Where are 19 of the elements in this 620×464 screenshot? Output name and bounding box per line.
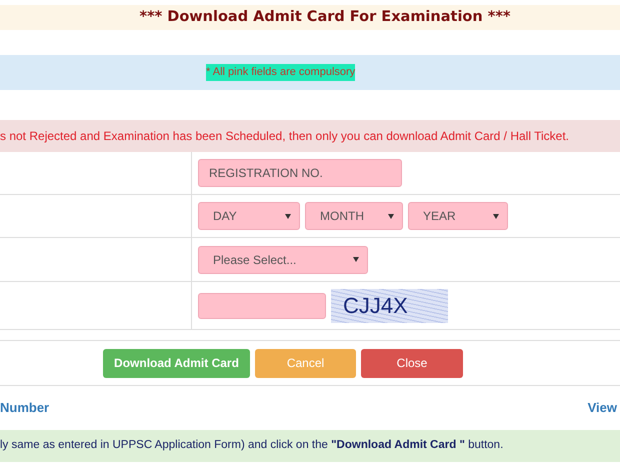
caret-icon <box>388 214 394 218</box>
dropdown-select[interactable]: Please Select... <box>198 246 368 274</box>
action-button[interactable]: Close <box>361 348 463 378</box>
header-link[interactable]: View <box>588 398 617 418</box>
warning-text: s not Rejected and Examination has been Scheduled, then only you can download Admit Card / Hall Ticket. <box>0 128 570 145</box>
dropdown-select[interactable]: DAY <box>198 202 300 230</box>
compulsory-notice: * All pink fields are compulsory <box>206 64 356 81</box>
caret-icon <box>285 214 291 218</box>
captcha-image: CJJ4X <box>331 288 448 322</box>
captcha-field[interactable] <box>198 292 326 318</box>
registration-field[interactable]: REGISTRATION NO. <box>198 159 402 187</box>
page-title: *** Download Admit Card For Examination *** <box>139 8 510 26</box>
caret-icon <box>493 214 499 218</box>
dropdown-select[interactable]: YEAR <box>408 202 508 230</box>
header-link[interactable]: Number <box>0 398 50 418</box>
action-button[interactable]: Download Admit Card <box>103 348 250 378</box>
caret-icon <box>353 257 359 262</box>
instruction-text: ly same as entered in UPPSC Application Form) and click on the "Download Admit Card " button. <box>0 438 504 454</box>
dropdown-select[interactable]: MONTH <box>305 202 403 230</box>
